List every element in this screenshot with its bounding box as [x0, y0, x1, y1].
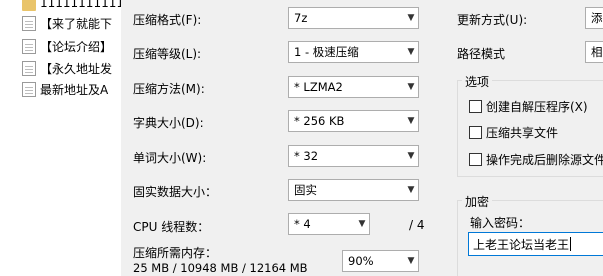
- chevron-down-icon: ▼: [407, 116, 415, 126]
- word-size-select[interactable]: * 32 ▼: [288, 145, 419, 167]
- chevron-down-icon: ▼: [407, 13, 415, 23]
- chevron-down-icon: ▼: [407, 47, 415, 57]
- file-list-item[interactable]: 【永久地址发: [22, 59, 121, 77]
- shared-files-checkbox[interactable]: [469, 126, 482, 139]
- sfx-checkbox-label: 创建自解压程序(X): [486, 100, 588, 114]
- shared-files-checkbox-row[interactable]: 压缩共享文件: [469, 124, 558, 141]
- update-mode-select[interactable]: 添: [585, 7, 603, 29]
- update-mode-label: 更新方式(U):: [457, 13, 528, 27]
- file-name: 最新地址及A: [40, 82, 109, 97]
- chevron-down-icon: ▼: [358, 219, 366, 229]
- dictionary-select[interactable]: * 256 KB ▼: [288, 110, 419, 132]
- format-select[interactable]: 7z ▼: [288, 7, 419, 29]
- word-size-value: * 32: [294, 149, 319, 163]
- word-size-label: 单词大小(W):: [133, 151, 207, 165]
- format-value: 7z: [294, 11, 308, 25]
- chevron-down-icon: ▼: [407, 185, 415, 195]
- cpu-threads-total: / 4: [409, 218, 425, 232]
- password-input[interactable]: 上老王论坛当老王: [468, 232, 603, 256]
- path-mode-select[interactable]: 相: [585, 41, 603, 63]
- level-select[interactable]: 1 - 极速压缩 ▼: [288, 41, 419, 63]
- level-label: 压缩等级(L):: [133, 47, 202, 61]
- update-mode-value: 添: [591, 11, 603, 25]
- chevron-down-icon: ▼: [407, 82, 415, 92]
- cpu-threads-label: CPU 线程数：: [133, 220, 210, 234]
- document-icon: [22, 15, 36, 31]
- text-caret: [570, 237, 572, 251]
- shared-files-checkbox-label: 压缩共享文件: [486, 126, 559, 140]
- delete-after-checkbox-row[interactable]: 操作完成后删除源文件: [469, 151, 603, 168]
- solid-block-value: 固实: [294, 183, 317, 197]
- file-name: 【永久地址发: [40, 61, 113, 76]
- path-mode-label: 路径模式: [457, 47, 506, 61]
- file-name: 【来了就能下: [40, 16, 113, 31]
- format-label: 压缩格式(F):: [133, 13, 202, 27]
- path-mode-value: 相: [591, 45, 603, 59]
- document-icon: [22, 60, 36, 76]
- folder-icon: [22, 0, 36, 11]
- file-list-pane: 11111111111 【来了就能下 【论坛介绍】 【永久地址发 最新地址及A: [0, 0, 121, 276]
- password-value: 上老王论坛当老王: [473, 237, 570, 252]
- document-icon: [22, 81, 36, 97]
- document-icon: [22, 38, 36, 54]
- memory-usage-select[interactable]: 90% ▼: [342, 250, 419, 272]
- encryption-group-title: 加密: [462, 193, 493, 210]
- file-list-item[interactable]: 【来了就能下: [22, 14, 121, 32]
- file-list-item[interactable]: 11111111111: [22, 0, 121, 12]
- solid-block-label: 固实数据大小：: [133, 185, 218, 199]
- dictionary-value: * 256 KB: [294, 114, 345, 128]
- level-value: 1 - 极速压缩: [294, 45, 359, 59]
- method-label: 压缩方法(M):: [133, 82, 205, 96]
- options-group-title: 选项: [462, 73, 493, 90]
- file-name: 11111111111: [40, 0, 121, 10]
- cpu-threads-select[interactable]: * 4 ▼: [288, 213, 370, 235]
- chevron-down-icon: ▼: [407, 151, 415, 161]
- cpu-threads-value: * 4: [294, 217, 311, 231]
- file-name: 【论坛介绍】: [40, 39, 113, 54]
- method-value: * LZMA2: [294, 80, 343, 94]
- delete-after-checkbox-label: 操作完成后删除源文件: [486, 153, 603, 167]
- dictionary-label: 字典大小(D):: [133, 116, 204, 130]
- archive-settings-dialog: 压缩格式(F): 7z ▼ 压缩等级(L): 1 - 极速压缩 ▼ 压缩方法(M…: [121, 0, 603, 276]
- password-label: 输入密码：: [470, 216, 531, 230]
- memory-label: 压缩所需内存：: [133, 246, 218, 260]
- delete-after-checkbox[interactable]: [469, 153, 482, 166]
- file-list-item[interactable]: 【论坛介绍】: [22, 37, 121, 55]
- file-list-item[interactable]: 最新地址及A: [22, 80, 121, 98]
- chevron-down-icon: ▼: [407, 256, 415, 266]
- memory-detail: 25 MB / 10948 MB / 12164 MB: [133, 261, 308, 275]
- memory-usage-value: 90%: [348, 254, 374, 268]
- method-select[interactable]: * LZMA2 ▼: [288, 76, 419, 98]
- sfx-checkbox-row[interactable]: 创建自解压程序(X): [469, 98, 588, 115]
- sfx-checkbox[interactable]: [469, 100, 482, 113]
- solid-block-select[interactable]: 固实 ▼: [288, 179, 419, 201]
